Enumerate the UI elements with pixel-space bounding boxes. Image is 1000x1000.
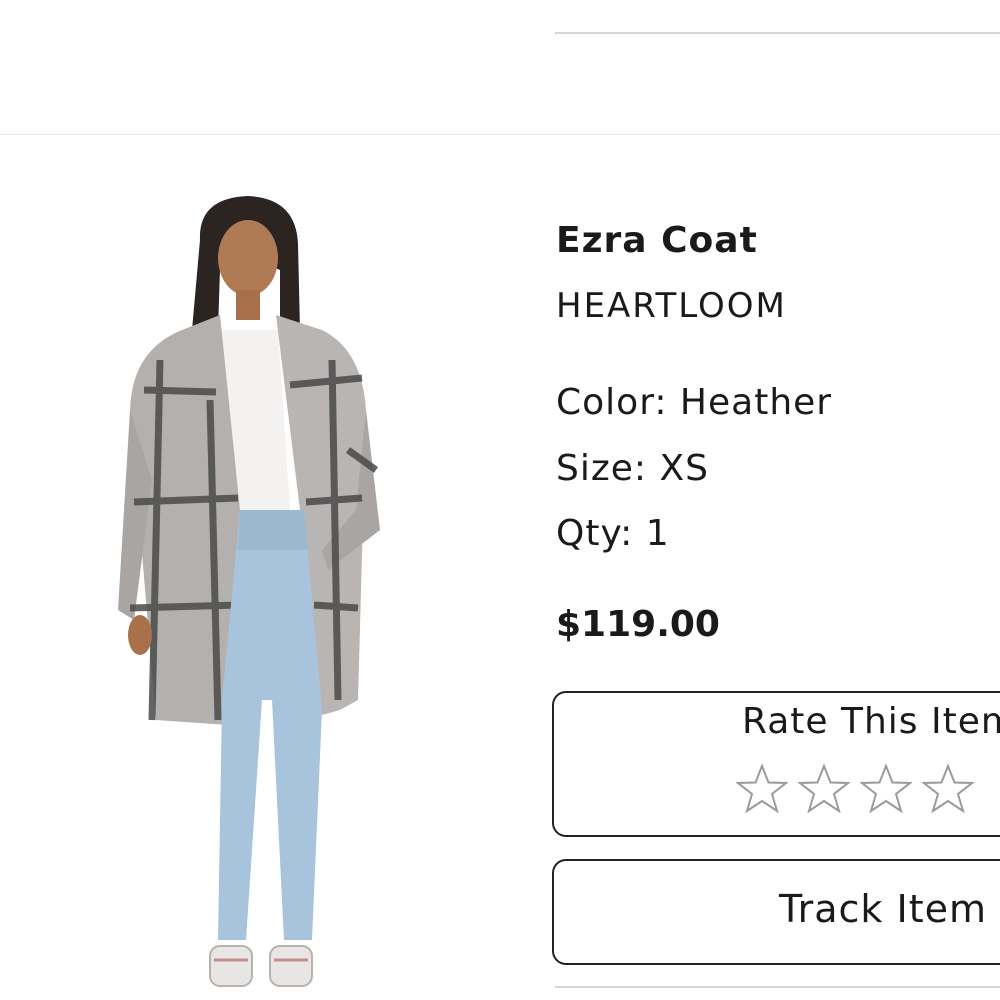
product-name[interactable]: Ezra Coat [556,220,758,261]
rate-item-title: Rate This Item [742,701,1000,742]
track-item-label: Track Item [779,887,988,931]
product-details: Ezra Coat HEARTLOOM Color: Heather Size:… [552,0,1000,1000]
star-outline-icon[interactable] [860,763,912,815]
star-rating[interactable] [736,763,974,815]
star-outline-icon[interactable] [798,763,850,815]
quantity-attribute: Qty: 1 [556,513,670,554]
product-photo[interactable] [100,180,430,1000]
product-price: $119.00 [556,604,720,645]
star-outline-icon[interactable] [922,763,974,815]
star-outline-icon[interactable] [736,763,788,815]
rate-item-card: Rate This Item [552,691,1000,837]
color-attribute: Color: Heather [556,382,833,423]
size-attribute: Size: XS [556,448,709,489]
order-item-page: Ezra Coat HEARTLOOM Color: Heather Size:… [0,0,1000,1000]
bottom-divider [555,986,1000,988]
track-item-button[interactable]: Track Item [552,859,1000,965]
brand-name[interactable]: HEARTLOOM [556,286,787,326]
